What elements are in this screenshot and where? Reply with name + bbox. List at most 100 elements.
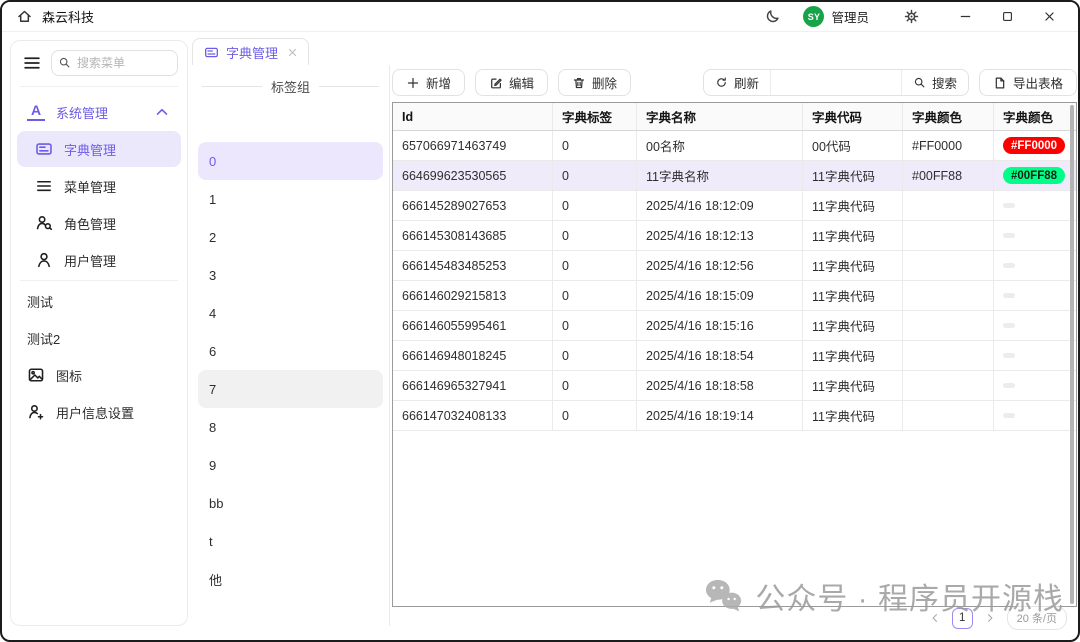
tag-item-8[interactable]: 8 xyxy=(198,408,383,446)
refresh-button[interactable]: 刷新 xyxy=(704,70,770,95)
add-button[interactable]: 新增 xyxy=(392,69,466,96)
table-body: 657066971463749 0 00名称 00代码 #FF0000 #FF0000 66… xyxy=(393,131,1076,431)
edit-icon xyxy=(489,76,503,90)
search-button[interactable]: 搜索 xyxy=(902,70,968,95)
column-header-3: 字典代码 xyxy=(803,103,903,130)
tag-item-1[interactable]: 1 xyxy=(198,180,383,218)
sidebar-item-test[interactable]: 测试 xyxy=(17,283,181,319)
minimize-button[interactable] xyxy=(950,6,980,28)
delete-button-label: 删除 xyxy=(592,77,618,91)
table-row[interactable]: 666146948018245 0 2025/4/16 18:18:54 11字典代码 xyxy=(393,341,1076,371)
user-name: 管理员 xyxy=(831,11,869,25)
sidebar-item-dict-management[interactable]: 字典管理 xyxy=(17,131,181,167)
tag-item-2[interactable]: 2 xyxy=(198,218,383,256)
cell-dict-color-text xyxy=(903,341,994,370)
home-icon[interactable] xyxy=(16,8,33,25)
cell-dict-code: 11字典代码 xyxy=(803,251,903,280)
sidebar-item-role-management[interactable]: 角色管理 xyxy=(17,205,181,241)
sidebar-top xyxy=(11,41,187,84)
role-icon xyxy=(35,214,53,232)
next-page-icon[interactable] xyxy=(984,612,996,624)
cell-dict-name: 2025/4/16 18:12:13 xyxy=(637,221,803,250)
sidebar-item-menu-management[interactable]: 菜单管理 xyxy=(17,168,181,204)
maximize-button[interactable] xyxy=(992,6,1022,28)
cell-id: 666145308143685 xyxy=(393,221,553,250)
table-row[interactable]: 666146965327941 0 2025/4/16 18:18:58 11字典代码 xyxy=(393,371,1076,401)
table-row[interactable]: 666145289027653 0 2025/4/16 18:12:09 11字典代码 xyxy=(393,191,1076,221)
cell-dict-color-text xyxy=(903,251,994,280)
prev-page-icon[interactable] xyxy=(929,612,941,624)
edit-button[interactable]: 编辑 xyxy=(475,69,549,96)
table-search-input[interactable] xyxy=(769,70,902,95)
table-row[interactable]: 666147032408133 0 2025/4/16 18:19:14 11字典代码 xyxy=(393,401,1076,431)
sidebar-divider xyxy=(20,86,178,87)
table-row[interactable]: 657066971463749 0 00名称 00代码 #FF0000 #FF0000 xyxy=(393,131,1076,161)
cell-dict-color-badge: #FF0000 xyxy=(994,131,1076,160)
close-button[interactable] xyxy=(1034,6,1064,28)
app-title: 森云科技 xyxy=(42,10,95,25)
cell-dict-color-badge xyxy=(994,371,1076,400)
tag-group-panel: 标签组 0 1 2 3 4 6 7 8 9 bb t 他 xyxy=(192,65,390,626)
cell-dict-tag: 0 xyxy=(553,311,637,340)
gear-icon[interactable] xyxy=(903,8,920,25)
cell-dict-tag: 0 xyxy=(553,251,637,280)
tag-item-bb[interactable]: bb xyxy=(198,484,383,522)
empty-color-chip xyxy=(1003,413,1015,418)
maximize-icon xyxy=(1001,10,1014,23)
cell-dict-color-badge xyxy=(994,311,1076,340)
cell-dict-color-badge xyxy=(994,221,1076,250)
cell-dict-tag: 0 xyxy=(553,341,637,370)
cell-dict-tag: 0 xyxy=(553,281,637,310)
cell-dict-color-badge xyxy=(994,251,1076,280)
add-button-label: 新增 xyxy=(426,77,452,91)
empty-color-chip xyxy=(1003,323,1015,328)
table-row[interactable]: 666145483485253 0 2025/4/16 18:12:56 11字典代码 xyxy=(393,251,1076,281)
table-scrollbar[interactable] xyxy=(1070,105,1074,604)
dark-mode-toggle-icon[interactable] xyxy=(764,8,781,25)
edit-button-label: 编辑 xyxy=(509,77,535,91)
search-button-label: 搜索 xyxy=(931,77,957,91)
close-icon xyxy=(1043,10,1056,23)
table-row[interactable]: 666146055995461 0 2025/4/16 18:15:16 11字典代码 xyxy=(393,311,1076,341)
sidebar-item-test2[interactable]: 测试2 xyxy=(17,320,181,356)
tag-item-t[interactable]: t xyxy=(198,522,383,560)
page-number[interactable]: 1 xyxy=(951,607,973,629)
delete-button[interactable]: 删除 xyxy=(558,69,632,96)
page-size-select[interactable]: 20 条/页 xyxy=(1006,606,1067,630)
sidebar-item-user-info-settings[interactable]: 用户信息设置 xyxy=(17,394,181,430)
sidebar-item-system-management[interactable]: A 系统管理 xyxy=(17,94,181,130)
export-button[interactable]: 导出表格 xyxy=(978,69,1077,96)
cell-dict-color-text xyxy=(903,191,994,220)
tab-close-icon[interactable] xyxy=(287,47,298,58)
cell-dict-color-text xyxy=(903,371,994,400)
tag-item-4[interactable]: 4 xyxy=(198,294,383,332)
tag-item-3[interactable]: 3 xyxy=(198,256,383,294)
tag-item-6[interactable]: 6 xyxy=(198,332,383,370)
chevron-up-icon xyxy=(153,103,171,121)
hamburger-icon[interactable] xyxy=(22,53,42,73)
sidebar-divider xyxy=(20,280,178,281)
plus-icon xyxy=(406,76,420,90)
cell-dict-code: 11字典代码 xyxy=(803,191,903,220)
cell-dict-color-text xyxy=(903,221,994,250)
sidebar-item-user-management[interactable]: 用户管理 xyxy=(17,242,181,278)
table-row[interactable]: 666146029215813 0 2025/4/16 18:15:09 11字典代码 xyxy=(393,281,1076,311)
sidebar-item-label: 测试2 xyxy=(27,331,61,347)
cell-id: 664699623530565 xyxy=(393,161,553,190)
cell-dict-tag: 0 xyxy=(553,191,637,220)
main-panel: 新增 编辑 删除 刷新 搜索 导出表格 Id 字典标签 字典名称 字典代码 字典… xyxy=(392,64,1078,630)
image-icon xyxy=(27,366,45,384)
tag-item-7[interactable]: 7 xyxy=(198,370,383,408)
sidebar-item-icons[interactable]: 图标 xyxy=(17,357,181,393)
tag-item-9[interactable]: 9 xyxy=(198,446,383,484)
cell-dict-code: 11字典代码 xyxy=(803,281,903,310)
table-row[interactable]: 666145308143685 0 2025/4/16 18:12:13 11字典代码 xyxy=(393,221,1076,251)
cell-id: 657066971463749 xyxy=(393,131,553,160)
avatar[interactable]: SY xyxy=(803,6,825,27)
sidebar-item-label: 菜单管理 xyxy=(64,179,117,195)
tag-item-他[interactable]: 他 xyxy=(198,560,383,598)
tab-dict-management[interactable]: 字典管理 xyxy=(192,38,310,65)
cell-dict-color-badge: #00FF88 xyxy=(994,161,1076,190)
tag-item-0[interactable]: 0 xyxy=(198,142,383,180)
table-row[interactable]: 664699623530565 0 11字典名称 11字典代码 #00FF88 #00FF… xyxy=(393,161,1076,191)
